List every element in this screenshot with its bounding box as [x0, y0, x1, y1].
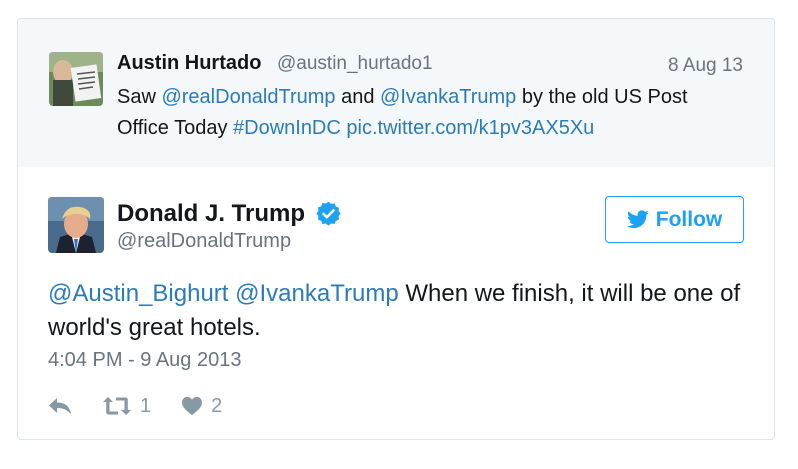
reply-button[interactable]: [48, 397, 72, 415]
follow-button-label: Follow: [655, 207, 723, 231]
like-button[interactable]: 2: [181, 395, 222, 418]
main-author-handle[interactable]: @realDonaldTrump: [117, 230, 291, 253]
parent-author-avatar[interactable]: [49, 52, 103, 106]
parent-tweet-date[interactable]: 8 Aug 13: [668, 55, 743, 77]
tweet-timestamp[interactable]: 4:04 PM - 9 Aug 2013: [48, 349, 241, 372]
parent-tweet-text: Saw @realDonaldTrump and @IvankaTrump by…: [117, 82, 737, 144]
retweet-count: 1: [140, 394, 152, 417]
mention-link[interactable]: @IvankaTrump: [380, 86, 516, 108]
retweet-icon: [102, 396, 132, 416]
verified-badge-icon: [315, 200, 342, 227]
like-count: 2: [211, 394, 223, 417]
follow-button[interactable]: Follow: [605, 196, 744, 243]
heart-icon: [181, 396, 203, 416]
main-author-avatar[interactable]: [48, 197, 104, 253]
mention-link[interactable]: @Austin_Bighurt: [48, 280, 228, 307]
mention-link[interactable]: @realDonaldTrump: [161, 86, 335, 108]
tweet-actions: 1 2: [48, 393, 252, 419]
embedded-tweet-card: Austin Hurtado @austin_hurtado1 8 Aug 13…: [17, 18, 775, 440]
mention-link[interactable]: @IvankaTrump: [235, 280, 399, 307]
text-segment: and: [335, 86, 381, 108]
twitter-bird-icon: [626, 210, 649, 229]
main-author-name[interactable]: Donald J. Trump: [117, 200, 305, 228]
parent-author-name[interactable]: Austin Hurtado: [117, 52, 261, 75]
main-tweet-text: @Austin_Bighurt @IvankaTrump When we fin…: [48, 277, 748, 345]
media-link[interactable]: pic.twitter.com/k1pv3AX5Xu: [346, 117, 594, 139]
retweet-button[interactable]: 1: [102, 395, 151, 418]
parent-author-handle[interactable]: @austin_hurtado1: [277, 53, 433, 75]
reply-icon: [48, 397, 72, 415]
parent-tweet[interactable]: Austin Hurtado @austin_hurtado1 8 Aug 13…: [18, 19, 774, 167]
hashtag-link[interactable]: #DownInDC: [233, 117, 341, 139]
text-segment: Saw: [117, 86, 162, 108]
